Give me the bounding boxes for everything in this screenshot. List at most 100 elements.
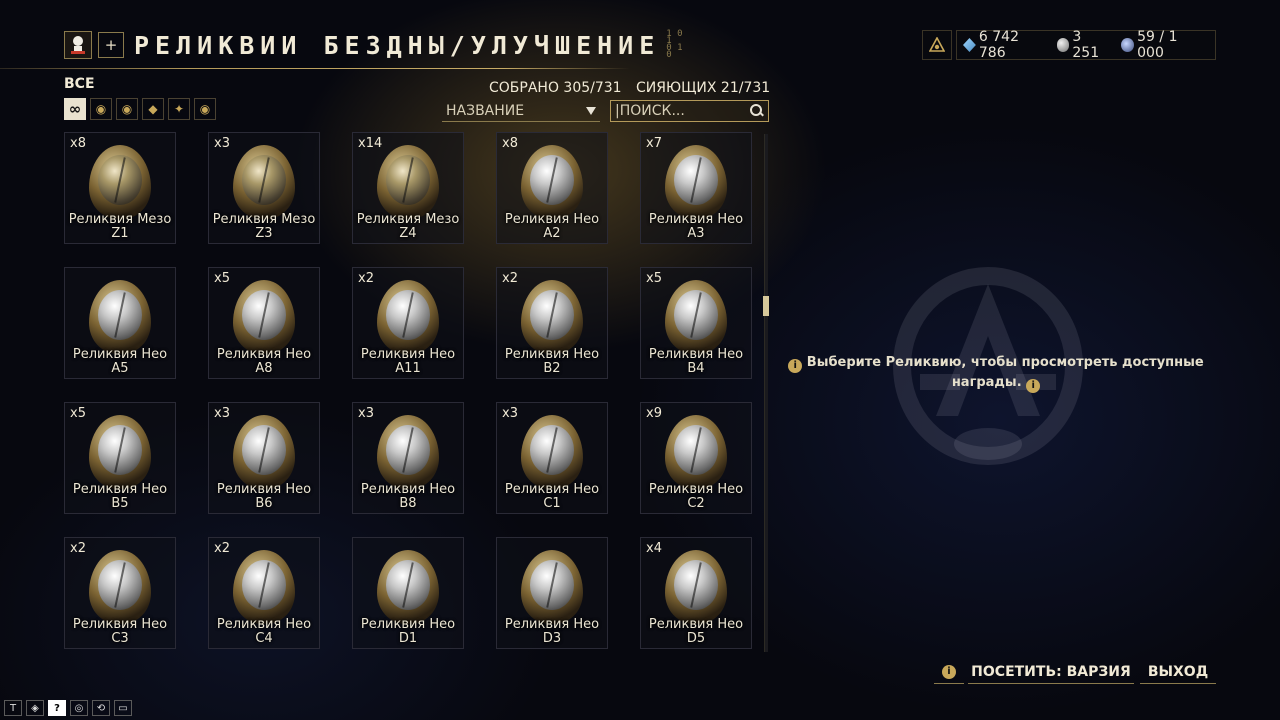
- exit-button[interactable]: ВЫХОД: [1140, 660, 1216, 684]
- relic-card[interactable]: x4 Реликвия Нео D5: [640, 537, 752, 649]
- hint-text-line2: награды.: [951, 375, 1022, 390]
- relic-era-name: Реликвия Нео: [360, 347, 456, 362]
- relic-name: Реликвия Мезо Z3: [209, 213, 319, 241]
- relic-icon: [89, 280, 151, 354]
- info-icon: i: [1026, 379, 1041, 393]
- add-button[interactable]: +: [98, 32, 124, 58]
- info-button[interactable]: i: [934, 660, 964, 684]
- relic-code: Z1: [111, 226, 129, 241]
- endo-icon: [1121, 38, 1135, 52]
- relic-icon: [233, 145, 295, 219]
- relic-card[interactable]: Реликвия Нео A5: [64, 267, 176, 379]
- relic-icon: [377, 550, 439, 624]
- relic-name: Реликвия Нео B6: [209, 483, 319, 511]
- relic-icon: [233, 280, 295, 354]
- relic-name: Реликвия Нео C1: [497, 483, 607, 511]
- relic-code: B5: [111, 496, 129, 511]
- relic-name: Реликвия Мезо Z1: [65, 213, 175, 241]
- relic-code: B4: [687, 361, 705, 376]
- relic-card[interactable]: x2 Реликвия Нео C4: [208, 537, 320, 649]
- relic-era-name: Реликвия Нео: [504, 482, 600, 497]
- help-icon[interactable]: ?: [48, 700, 66, 716]
- relic-era-name: Реликвия Нео: [216, 482, 312, 497]
- radiant-count: СИЯЮЩИХ 21/731: [636, 80, 771, 96]
- relic-era-name: Реликвия Нео: [72, 482, 168, 497]
- relic-icon: [233, 550, 295, 624]
- relic-card[interactable]: x8 Реликвия Мезо Z1: [64, 132, 176, 244]
- relic-icon: [233, 415, 295, 489]
- relic-name: Реликвия Нео C4: [209, 618, 319, 646]
- relic-card[interactable]: x8 Реликвия Нео A2: [496, 132, 608, 244]
- relic-card[interactable]: x2 Реликвия Нео B2: [496, 267, 608, 379]
- relic-count: x2: [502, 271, 518, 286]
- scrollbar-thumb[interactable]: [763, 296, 769, 316]
- relic-card[interactable]: x9 Реликвия Нео C2: [640, 402, 752, 514]
- visit-varzia-button[interactable]: ПОСЕТИТЬ: ВАРЗИЯ: [968, 660, 1134, 684]
- chevron-down-icon: [586, 106, 596, 115]
- relic-icon: [665, 145, 727, 219]
- relic-count: x2: [358, 271, 374, 286]
- relic-card[interactable]: x5 Реликвия Нео B4: [640, 267, 752, 379]
- relic-name: Реликвия Нео A3: [641, 213, 751, 241]
- relic-code: B8: [399, 496, 417, 511]
- relic-era-name: Реликвия Нео: [216, 617, 312, 632]
- relic-card[interactable]: x7 Реликвия Нео A3: [640, 132, 752, 244]
- relic-icon: [377, 145, 439, 219]
- endo-value: 59 / 1 000: [1137, 29, 1178, 61]
- neo-relic-icon[interactable]: ◆: [142, 98, 164, 120]
- search-placeholder: |ПОИСК...: [615, 103, 685, 119]
- relic-icon: [521, 550, 583, 624]
- relic-era-name: Реликвия Нео: [648, 617, 744, 632]
- relic-card[interactable]: x3 Реликвия Мезо Z3: [208, 132, 320, 244]
- page-title: РЕЛИКВИИ БЕЗДНЫ/УЛУЧШЕНИЕ: [134, 30, 661, 60]
- scrollbar-track[interactable]: [764, 134, 768, 652]
- relic-card[interactable]: Реликвия Нео D3: [496, 537, 608, 649]
- relic-name: Реликвия Нео B8: [353, 483, 463, 511]
- endo-balance: 59 / 1 000: [1121, 29, 1203, 61]
- relic-icon: [521, 415, 583, 489]
- meso-relic-icon[interactable]: ◉: [116, 98, 138, 120]
- relic-count: x3: [214, 406, 230, 421]
- sort-label: НАЗВАНИЕ: [446, 102, 525, 119]
- relic-count: x4: [646, 541, 662, 556]
- shield-icon[interactable]: ◈: [26, 700, 44, 716]
- relic-code: C2: [687, 496, 705, 511]
- relic-code: A5: [111, 361, 129, 376]
- sort-dropdown[interactable]: НАЗВАНИЕ: [442, 100, 600, 122]
- profile-avatar[interactable]: [64, 31, 92, 59]
- relic-era-name: Реликвия Нео: [648, 347, 744, 362]
- info-icon: i: [942, 664, 956, 679]
- relic-card[interactable]: x5 Реликвия Нео B5: [64, 402, 176, 514]
- relic-code: B6: [255, 496, 273, 511]
- relic-code: A11: [395, 361, 421, 376]
- chat-toggle-icon[interactable]: T: [4, 700, 22, 716]
- market-button[interactable]: [922, 30, 952, 60]
- lith-relic-icon[interactable]: ◉: [90, 98, 112, 120]
- relic-era-name: Реликвия Мезо: [212, 212, 316, 227]
- camera-icon[interactable]: ◎: [70, 700, 88, 716]
- relic-card[interactable]: x3 Реликвия Нео B8: [352, 402, 464, 514]
- relic-code: D1: [398, 631, 418, 646]
- refresh-icon[interactable]: ⟲: [92, 700, 110, 716]
- relic-grid: x8 Реликвия Мезо Z1 x3 Реликвия Мезо Z3 x14 Рел…: [64, 132, 754, 652]
- collected-count: СОБРАНО 305/731: [489, 80, 622, 96]
- relic-card[interactable]: x14 Реликвия Мезо Z4: [352, 132, 464, 244]
- requiem-relic-icon[interactable]: ◉: [194, 98, 216, 120]
- relic-card[interactable]: Реликвия Нео D1: [352, 537, 464, 649]
- search-input[interactable]: |ПОИСК...: [610, 100, 769, 122]
- relic-card[interactable]: x2 Реликвия Нео C3: [64, 537, 176, 649]
- relic-name: Реликвия Нео A8: [209, 348, 319, 376]
- relic-era-name: Реликвия Нео: [360, 617, 456, 632]
- relic-card[interactable]: x5 Реликвия Нео A8: [208, 267, 320, 379]
- relic-card[interactable]: x3 Реликвия Нео C1: [496, 402, 608, 514]
- axi-relic-icon[interactable]: ✦: [168, 98, 190, 120]
- relic-card[interactable]: x3 Реликвия Нео B6: [208, 402, 320, 514]
- relic-era-name: Реликвия Нео: [504, 347, 600, 362]
- relic-era-name: Реликвия Нео: [360, 482, 456, 497]
- infinity-icon[interactable]: ∞: [64, 98, 86, 120]
- relic-card[interactable]: x2 Реликвия Нео A11: [352, 267, 464, 379]
- relic-era-name: Реликвия Нео: [72, 347, 168, 362]
- header-divider: [0, 68, 630, 69]
- window-icon[interactable]: ▭: [114, 700, 132, 716]
- search-icon[interactable]: [750, 104, 764, 118]
